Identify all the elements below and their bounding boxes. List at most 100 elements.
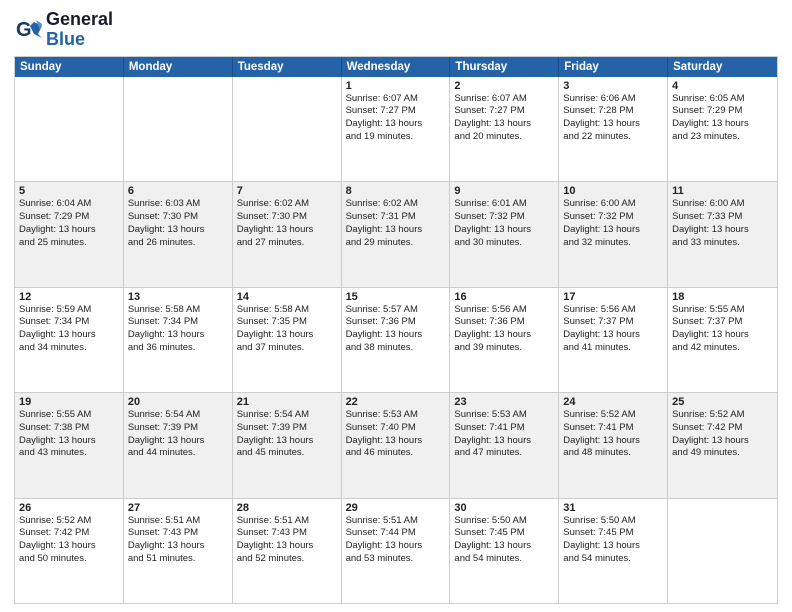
day-number: 4 [672,80,773,92]
cell-info-line: Sunrise: 5:58 AM [237,304,337,317]
cell-info-line: Sunrise: 5:56 AM [563,304,663,317]
calendar-row-2: 12Sunrise: 5:59 AMSunset: 7:34 PMDayligh… [15,287,777,392]
cell-info-line: Daylight: 13 hours [454,118,554,131]
day-number: 9 [454,185,554,197]
cell-info-line: and 32 minutes. [563,237,663,250]
calendar-cell: 30Sunrise: 5:50 AMSunset: 7:45 PMDayligh… [450,499,559,603]
day-number: 7 [237,185,337,197]
day-number: 18 [672,291,773,303]
cell-info-line: and 54 minutes. [454,553,554,566]
calendar-cell: 31Sunrise: 5:50 AMSunset: 7:45 PMDayligh… [559,499,668,603]
cell-info-line: and 38 minutes. [346,342,446,355]
cell-info-line: and 27 minutes. [237,237,337,250]
cell-info-line: and 48 minutes. [563,447,663,460]
cell-info-line: Sunrise: 5:57 AM [346,304,446,317]
calendar-cell: 4Sunrise: 6:05 AMSunset: 7:29 PMDaylight… [668,77,777,181]
cell-info-line: Sunrise: 6:01 AM [454,198,554,211]
cell-info-line: Sunrise: 5:51 AM [346,515,446,528]
cell-info-line: and 50 minutes. [19,553,119,566]
day-number: 6 [128,185,228,197]
cell-info-line: Daylight: 13 hours [19,540,119,553]
cell-info-line: Daylight: 13 hours [672,224,773,237]
cell-info-line: Sunset: 7:34 PM [128,316,228,329]
calendar-cell: 18Sunrise: 5:55 AMSunset: 7:37 PMDayligh… [668,288,777,392]
calendar-row-1: 5Sunrise: 6:04 AMSunset: 7:29 PM Daylight… [15,181,777,286]
calendar-cell: 26Sunrise: 5:52 AMSunset: 7:42 PMDayligh… [15,499,124,603]
svg-text:G: G [16,19,32,41]
day-number: 28 [237,502,337,514]
cell-info-line: Sunset: 7:36 PM [454,316,554,329]
cell-info-line: and 51 minutes. [128,553,228,566]
logo-text: General Blue [46,10,113,50]
day-number: 17 [563,291,663,303]
cell-info-line: Daylight: 13 hours [454,540,554,553]
cell-info-line: Sunrise: 6:02 AM [237,198,337,211]
calendar-cell: 2Sunrise: 6:07 AMSunset: 7:27 PMDaylight… [450,77,559,181]
header-day-sunday: Sunday [15,57,124,77]
day-number: 27 [128,502,228,514]
cell-info-line: Daylight: 13 hours [237,435,337,448]
cell-info-line: Daylight: 13 hours [672,329,773,342]
cell-info-line: and 26 minutes. [128,237,228,250]
day-number: 30 [454,502,554,514]
calendar-row-3: 19Sunrise: 5:55 AMSunset: 7:38 PMDayligh… [15,392,777,497]
calendar-cell [15,77,124,181]
cell-info-line: Daylight: 13 hours [346,329,446,342]
calendar-cell: 17Sunrise: 5:56 AMSunset: 7:37 PMDayligh… [559,288,668,392]
cell-info-line: Sunset: 7:43 PM [237,527,337,540]
day-number: 15 [346,291,446,303]
calendar-body: 1Sunrise: 6:07 AMSunset: 7:27 PMDaylight… [15,77,777,603]
cell-info-line: and 53 minutes. [346,553,446,566]
cell-info-line: and 54 minutes. [563,553,663,566]
calendar-cell: 6Sunrise: 6:03 AMSunset: 7:30 PMDaylight… [124,182,233,286]
cell-info-line: Daylight: 13 hours [672,118,773,131]
cell-info-line: Daylight: 13 hours [563,329,663,342]
calendar-header: SundayMondayTuesdayWednesdayThursdayFrid… [15,57,777,77]
logo: G General Blue [14,10,113,50]
cell-info-line: Sunrise: 6:02 AM [346,198,446,211]
day-number: 19 [19,396,119,408]
cell-info-line: Sunrise: 5:54 AM [128,409,228,422]
cell-info-line: Sunrise: 5:54 AM [237,409,337,422]
calendar-cell [124,77,233,181]
cell-info-line: Sunrise: 6:00 AM [563,198,663,211]
cell-info-line: Sunrise: 5:58 AM [128,304,228,317]
logo-icon: G [14,16,42,44]
cell-info-line: Sunrise: 5:50 AM [563,515,663,528]
cell-info-line: and 36 minutes. [128,342,228,355]
cell-info-line: Sunrise: 5:52 AM [672,409,773,422]
day-number: 5 [19,185,119,197]
cell-info-line: Sunrise: 6:05 AM [672,93,773,106]
cell-info-line: Sunrise: 5:55 AM [19,409,119,422]
calendar-row-0: 1Sunrise: 6:07 AMSunset: 7:27 PMDaylight… [15,77,777,181]
cell-info-line: Sunset: 7:37 PM [672,316,773,329]
cell-info-line: Sunrise: 5:51 AM [237,515,337,528]
cell-info-line: Sunrise: 6:00 AM [672,198,773,211]
cell-info-line: Sunset: 7:45 PM [454,527,554,540]
page: G General Blue SundayMondayTuesdayWednes… [0,0,792,612]
calendar-cell: 21Sunrise: 5:54 AMSunset: 7:39 PMDayligh… [233,393,342,497]
day-number: 23 [454,396,554,408]
cell-info-line: Sunrise: 6:07 AM [346,93,446,106]
cell-info-line: Sunset: 7:29 PM [19,211,119,224]
cell-info-line: and 37 minutes. [237,342,337,355]
calendar-cell: 19Sunrise: 5:55 AMSunset: 7:38 PMDayligh… [15,393,124,497]
cell-info-line: Sunrise: 5:52 AM [563,409,663,422]
cell-info-line: Sunset: 7:43 PM [128,527,228,540]
cell-info-line: and 30 minutes. [454,237,554,250]
calendar: SundayMondayTuesdayWednesdayThursdayFrid… [14,56,778,604]
calendar-cell: 20Sunrise: 5:54 AMSunset: 7:39 PMDayligh… [124,393,233,497]
calendar-cell: 13Sunrise: 5:58 AMSunset: 7:34 PMDayligh… [124,288,233,392]
cell-info-line: Sunrise: 6:07 AM [454,93,554,106]
cell-info-line: Sunrise: 6:04 AM [19,198,119,211]
calendar-cell: 27Sunrise: 5:51 AMSunset: 7:43 PMDayligh… [124,499,233,603]
cell-info-line: and 34 minutes. [19,342,119,355]
day-number: 25 [672,396,773,408]
calendar-cell: 25Sunrise: 5:52 AMSunset: 7:42 PMDayligh… [668,393,777,497]
cell-info-line: Daylight: 13 hours [346,540,446,553]
cell-info-line: Sunset: 7:29 PM [672,105,773,118]
calendar-cell [668,499,777,603]
cell-info-line: Sunset: 7:42 PM [672,422,773,435]
header-day-saturday: Saturday [668,57,777,77]
cell-info-line: Sunrise: 5:53 AM [346,409,446,422]
